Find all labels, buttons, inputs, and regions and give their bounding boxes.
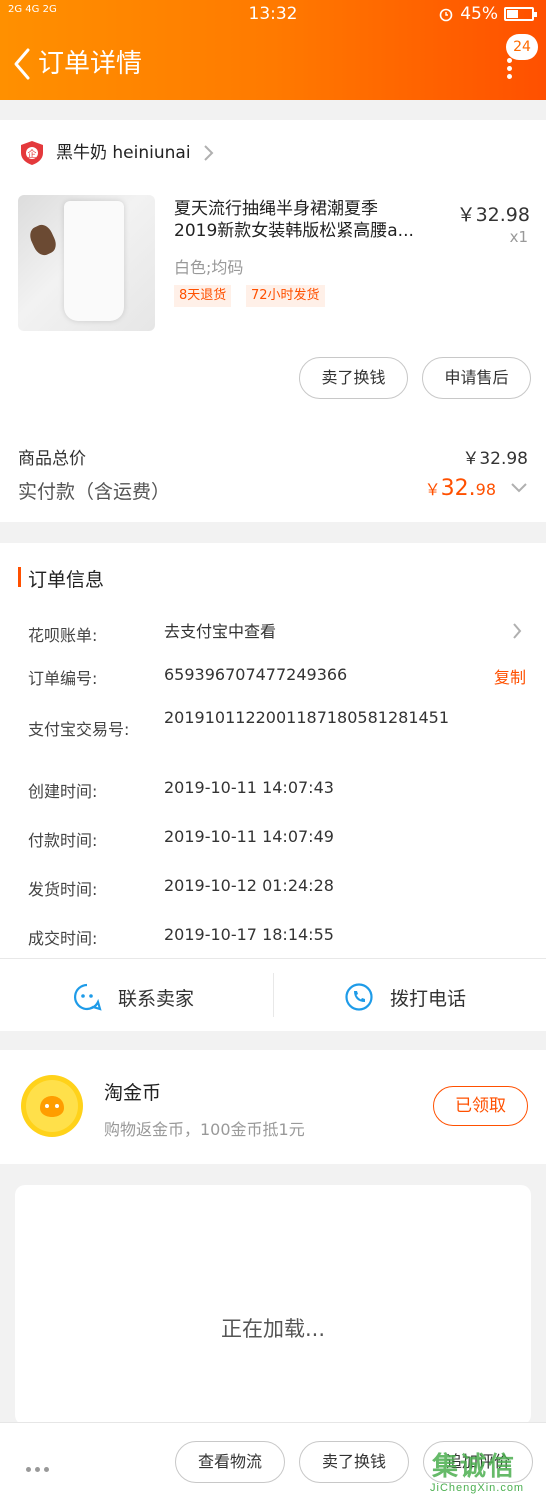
shop-badge-icon: 企 [21,141,43,165]
shipped-time-value: 2019-10-12 01:24:28 [164,876,334,895]
product-quantity: x1 [509,228,528,246]
order-number-label: 订单编号: [28,669,98,688]
svg-text:企: 企 [27,148,36,160]
battery-percent: 45% [460,4,498,24]
product-thumbnail[interactable] [18,195,155,331]
product-spec: 白色;均码 [174,258,244,277]
message-badge[interactable]: 24 [506,34,538,60]
phone-icon [345,983,373,1011]
taojinbi-card: 淘金币 购物返金币，100金币抵1元 已领取 [0,1050,546,1164]
paid-time-label: 付款时间: [28,831,98,850]
return-tag: 8天退货 [174,285,232,307]
more-dots-icon[interactable] [26,1457,56,1472]
order-item-card: 企 黑牛奶 heiniunai 夏天流行抽绳半身裙潮夏季 2019新款女装韩版松… [0,120,546,522]
deal-time-value: 2019-10-17 18:14:55 [164,925,334,944]
recommendation-placeholder: 正在加载... [15,1185,531,1425]
chat-icon [74,983,102,1011]
shop-name[interactable]: 黑牛奶 heiniunai [56,142,191,164]
order-info-card: 订单信息 花呗账单: 去支付宝中查看 订单编号: 659396707477249… [0,543,546,1031]
view-logistics-button[interactable]: 查看物流 [175,1441,285,1483]
product-title[interactable]: 夏天流行抽绳半身裙潮夏季 2019新款女装韩版松紧高腰a... [174,198,444,242]
call-phone-button[interactable]: 拨打电话 [344,979,466,1015]
more-menu-icon[interactable] [505,58,515,80]
watermark: 集诚信 JiChengXin.com [420,1440,546,1500]
watermark-text: JiChengXin.com [430,1482,525,1494]
paid-label: 实付款（含运费） [18,481,171,503]
shipping-tag: 72小时发货 [246,285,325,307]
watermark-logo: 集诚信 [432,1452,517,1482]
created-time-value: 2019-10-11 14:07:43 [164,778,334,797]
battery-icon [504,7,537,21]
back-arrow-icon[interactable] [10,46,36,82]
gold-coin-icon [21,1075,83,1137]
status-bar: 2G 4G 2G 13:32 45% [0,0,546,30]
product-price: ￥32.98 [456,204,530,226]
goods-total-value: ￥32.98 [462,449,528,469]
chevron-down-icon[interactable] [510,482,528,494]
paid-time-value: 2019-10-11 14:07:49 [164,827,334,846]
sell-for-cash-button[interactable]: 卖了换钱 [299,357,408,399]
huabei-value[interactable]: 去支付宝中查看 [164,621,464,643]
copy-button[interactable]: 复制 [494,664,526,688]
divider [273,973,274,1017]
after-sale-button[interactable]: 申请售后 [422,357,531,399]
status-right: 45% [438,4,537,24]
paid-amount: ￥32.98 [424,476,496,501]
divider [0,958,546,959]
created-time-label: 创建时间: [28,782,98,801]
page-title: 订单详情 [38,49,143,79]
sell-for-cash-button[interactable]: 卖了换钱 [299,1441,409,1483]
contact-seller-button[interactable]: 联系卖家 [72,979,194,1015]
app-header: 2G 4G 2G 13:32 45% 订单详情 24 [0,0,546,100]
order-number-value: 659396707477249366 [164,665,348,684]
shipped-time-label: 发货时间: [28,880,98,899]
section-accent-bar [18,567,21,587]
chevron-right-icon[interactable] [202,144,214,162]
alipay-trade-value: 2019101122001187180581281451 [164,708,450,727]
coin-title: 淘金币 [104,1082,162,1104]
huabei-label: 花呗账单: [28,626,98,645]
alarm-icon [439,8,453,22]
claimed-button[interactable]: 已领取 [433,1086,528,1126]
goods-total-label: 商品总价 [18,449,86,469]
deal-time-label: 成交时间: [28,929,98,948]
alipay-trade-label: 支付宝交易号: [28,720,130,739]
chevron-right-icon[interactable] [512,622,522,640]
coin-subtitle: 购物返金币，100金币抵1元 [104,1120,305,1139]
loading-text: 正在加载... [220,1317,326,1341]
order-info-title: 订单信息 [28,569,105,591]
